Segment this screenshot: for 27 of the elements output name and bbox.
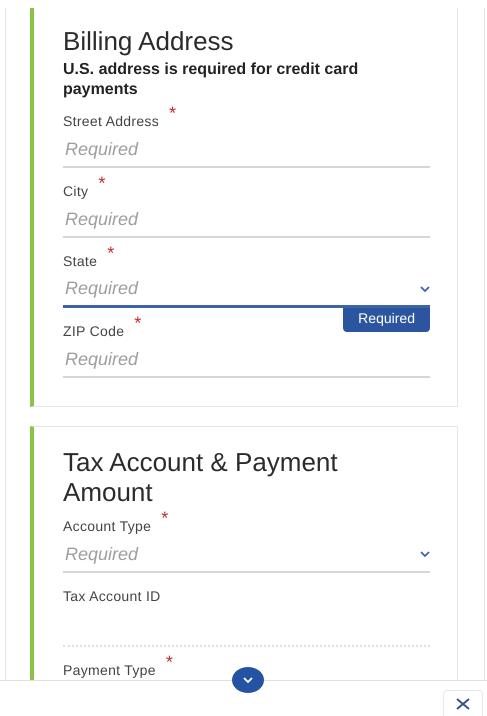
field-label: City xyxy=(63,182,88,200)
field-label: State xyxy=(63,252,98,270)
field-label: Account Type xyxy=(63,517,152,535)
address-note: U.S. address is required for credit card payments xyxy=(63,60,360,100)
input-field[interactable]: Required xyxy=(63,132,430,168)
input-field[interactable]: Required xyxy=(63,342,430,378)
chevron-down-icon xyxy=(420,551,430,557)
required-mark: * xyxy=(98,176,106,190)
required-mark: * xyxy=(161,511,168,525)
chevron-down-icon xyxy=(243,677,253,683)
field-label: Payment Type xyxy=(63,661,156,679)
required-mark: * xyxy=(169,106,176,120)
required-mark: * xyxy=(134,316,142,330)
required-mark: * xyxy=(166,655,173,669)
close-icon xyxy=(455,698,471,710)
required-mark: * xyxy=(107,246,114,260)
field-label: Street Address xyxy=(63,112,160,130)
scroll-down-button[interactable] xyxy=(232,667,264,693)
select-field[interactable]: Required xyxy=(63,537,430,573)
field-label: ZIP Code xyxy=(63,322,124,340)
chevron-down-icon xyxy=(420,286,430,292)
input-field[interactable]: Required xyxy=(63,202,430,238)
section-title: Billing Address xyxy=(63,26,235,56)
field-label: Tax Account ID xyxy=(63,587,161,605)
section-title: Tax Account & Payment Amount xyxy=(63,447,339,507)
error-badge: Required xyxy=(343,308,430,332)
close-button[interactable] xyxy=(443,690,483,716)
